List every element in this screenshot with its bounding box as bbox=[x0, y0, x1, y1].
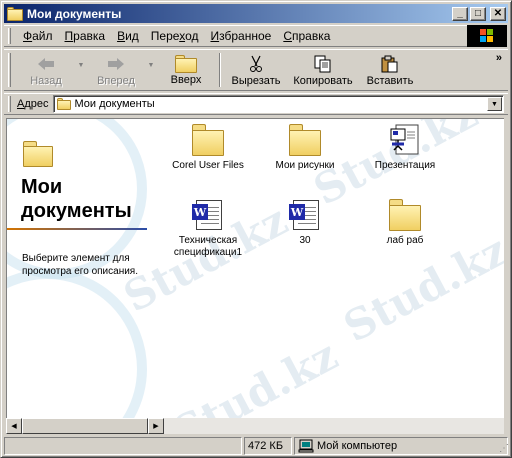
address-bar: Адрес Мои документы ▼ bbox=[4, 93, 508, 115]
file-item-my-pictures[interactable]: Мои рисунки bbox=[257, 124, 353, 172]
folder-icon bbox=[192, 124, 224, 156]
menu-help[interactable]: Справка bbox=[277, 29, 336, 43]
back-button[interactable]: Назад bbox=[17, 50, 75, 90]
scroll-right-button[interactable]: ▶ bbox=[148, 418, 164, 434]
resize-grip[interactable]: ⋰ bbox=[499, 443, 509, 454]
copy-button[interactable]: Копировать bbox=[287, 50, 359, 90]
scroll-left-button[interactable]: ◀ bbox=[6, 418, 22, 434]
folder-view[interactable]: Stud.kz Stud.kz Stud.kz Stud.kz Мои доку… bbox=[6, 118, 504, 418]
title-bar[interactable]: Мои документы _ □ ✕ bbox=[4, 4, 508, 23]
title-divider bbox=[7, 228, 147, 230]
folder-icon bbox=[7, 6, 23, 21]
menu-edit[interactable]: Правка bbox=[59, 29, 112, 43]
panel-title: Мои документы bbox=[21, 176, 132, 222]
close-button[interactable]: ✕ bbox=[490, 6, 506, 21]
watermark-text: Stud.kz bbox=[165, 330, 346, 418]
toolbar-more-chevron[interactable]: » bbox=[496, 52, 502, 64]
web-view-panel: Мои документы Выберите элемент для просм… bbox=[7, 119, 152, 418]
menu-go[interactable]: Переход bbox=[145, 29, 205, 43]
maximize-button[interactable]: □ bbox=[470, 6, 486, 21]
cut-button[interactable]: Вырезать bbox=[225, 50, 287, 90]
explorer-window: Мои документы _ □ ✕ Файл Правка Вид Пере… bbox=[0, 0, 512, 458]
menu-bar: Файл Правка Вид Переход Избранное Справк… bbox=[4, 25, 468, 47]
menu-grip[interactable] bbox=[8, 28, 11, 44]
file-item-presentation[interactable]: Презентация bbox=[357, 124, 453, 172]
back-dropdown-icon[interactable]: ▼ bbox=[75, 50, 87, 69]
folder-icon bbox=[56, 98, 71, 110]
status-bar: 472 КБ Мой компьютер ⋰ bbox=[4, 437, 509, 455]
address-grip[interactable] bbox=[8, 96, 11, 112]
toolbar-separator bbox=[219, 53, 221, 87]
windows-logo-icon bbox=[467, 25, 507, 47]
file-item-30[interactable]: W 30 bbox=[257, 199, 353, 247]
file-item-corel-user-files[interactable]: Corel User Files bbox=[160, 124, 256, 172]
menu-file[interactable]: Файл bbox=[17, 29, 59, 43]
horizontal-scrollbar[interactable]: ◀ ▶ bbox=[6, 418, 504, 434]
menu-view[interactable]: Вид bbox=[111, 29, 145, 43]
paste-icon bbox=[381, 54, 399, 74]
status-zone: Мой компьютер bbox=[294, 437, 508, 455]
address-dropdown-button[interactable]: ▼ bbox=[487, 97, 502, 111]
file-item-lab-rab[interactable]: лаб раб bbox=[357, 199, 453, 247]
open-folder-icon bbox=[23, 141, 53, 167]
up-button[interactable]: Вверх bbox=[157, 50, 215, 90]
forward-button[interactable]: Вперед bbox=[87, 50, 145, 90]
status-message bbox=[4, 437, 242, 455]
back-arrow-icon bbox=[37, 54, 55, 74]
folder-icon bbox=[289, 124, 321, 156]
word-doc-icon: W bbox=[192, 199, 224, 231]
scissors-icon bbox=[248, 54, 264, 74]
file-item-tech-spec[interactable]: W Техническая спецификаци1 bbox=[160, 199, 256, 259]
status-size: 472 КБ bbox=[244, 437, 292, 455]
minimize-button[interactable]: _ bbox=[452, 6, 468, 21]
scroll-thumb[interactable] bbox=[22, 418, 148, 434]
panel-description: Выберите элемент для просмотра его описа… bbox=[22, 253, 138, 277]
presentation-icon bbox=[389, 124, 421, 156]
toolbar-grip[interactable] bbox=[8, 53, 11, 87]
menu-favorites[interactable]: Избранное bbox=[204, 29, 277, 43]
folder-up-icon bbox=[175, 55, 197, 73]
address-input[interactable]: Мои документы ▼ bbox=[52, 95, 504, 113]
forward-arrow-icon bbox=[107, 54, 125, 74]
my-computer-icon bbox=[298, 439, 314, 453]
standard-toolbar: Назад ▼ Вперед ▼ Вверх Вырезать Копирова… bbox=[4, 49, 508, 91]
folder-icon bbox=[389, 199, 421, 231]
window-title: Мои документы bbox=[27, 6, 122, 21]
address-value: Мои документы bbox=[74, 98, 155, 110]
paste-button[interactable]: Вставить bbox=[359, 50, 421, 90]
scroll-track[interactable] bbox=[164, 418, 504, 434]
copy-icon bbox=[314, 54, 332, 74]
word-doc-icon: W bbox=[289, 199, 321, 231]
forward-dropdown-icon[interactable]: ▼ bbox=[145, 50, 157, 69]
address-label: Адрес bbox=[17, 98, 49, 110]
